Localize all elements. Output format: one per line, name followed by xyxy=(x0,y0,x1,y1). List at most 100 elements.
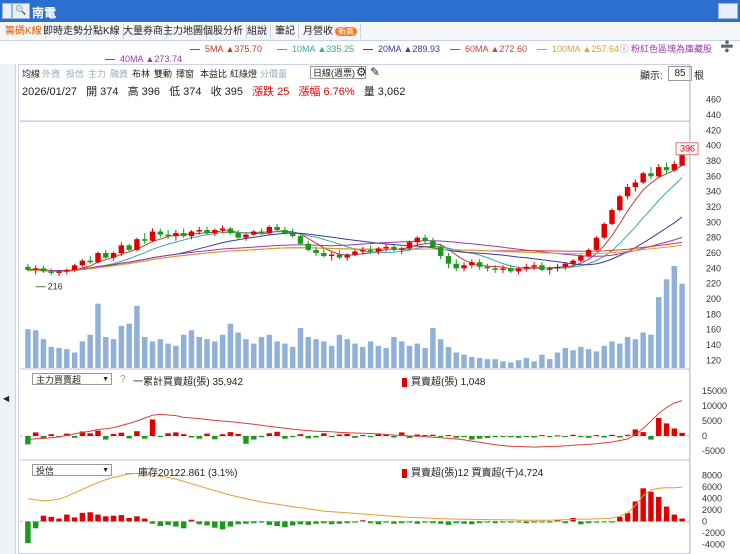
candle-body xyxy=(110,253,117,258)
net-bar xyxy=(578,521,584,525)
volume-bar xyxy=(578,346,584,368)
volume-bar xyxy=(212,341,218,368)
candle-body xyxy=(188,231,195,237)
candle-body xyxy=(328,254,335,257)
net-bar xyxy=(32,432,39,436)
y-tick-label: 15000 xyxy=(702,386,727,396)
net-bar xyxy=(383,521,389,523)
net-bar xyxy=(126,518,132,522)
volume-bar xyxy=(95,303,101,368)
net-bar xyxy=(399,521,405,524)
net-bar xyxy=(336,434,343,436)
red-bar-swatch xyxy=(402,468,407,478)
net-bar xyxy=(173,432,179,436)
y-tick-label: -2000 xyxy=(702,528,725,538)
net-bar xyxy=(562,436,569,437)
candle-body xyxy=(40,268,47,272)
net-bar xyxy=(546,436,553,438)
candle-body xyxy=(539,265,545,270)
volume-bar xyxy=(601,345,607,368)
candle-body xyxy=(141,239,148,241)
indicator-select-trust[interactable]: 投信 ▼ xyxy=(32,464,112,476)
y-tick-label: 340 xyxy=(706,187,721,197)
net-bar xyxy=(632,501,639,522)
indicator-select-main-label: 主力買賣超 xyxy=(36,375,82,385)
net-bar xyxy=(40,515,47,522)
net-bar xyxy=(196,436,202,439)
net-bar xyxy=(344,521,350,524)
net-bar xyxy=(227,521,234,527)
candle-body xyxy=(430,240,436,247)
volume-bar xyxy=(367,341,374,368)
candle-body xyxy=(391,246,397,250)
volume-bar xyxy=(437,339,444,368)
candle-body xyxy=(64,269,70,272)
candle-body xyxy=(173,233,179,237)
net-bar xyxy=(165,521,171,525)
panel2-legend-net: 買賣超(張) 1,048 xyxy=(402,373,485,388)
net-bar xyxy=(648,436,654,440)
candle-body xyxy=(399,248,405,250)
net-bar xyxy=(56,518,62,522)
candle-body xyxy=(274,226,280,230)
net-bar xyxy=(624,434,631,436)
net-bar xyxy=(461,521,467,524)
net-bar xyxy=(282,436,288,439)
volume-bar xyxy=(134,305,140,368)
volume-bar xyxy=(258,336,265,368)
candle-body xyxy=(617,196,623,211)
candle-body xyxy=(134,239,140,250)
y-tick-label: 4000 xyxy=(702,494,722,504)
help-icon[interactable]: ? xyxy=(120,374,126,385)
volume-bar xyxy=(554,352,561,368)
net-bar xyxy=(321,521,327,524)
net-bar xyxy=(79,512,86,522)
net-bar xyxy=(32,521,39,529)
net-bar xyxy=(476,521,483,524)
y-tick-label: 120 xyxy=(706,355,721,365)
net-bar xyxy=(157,436,164,437)
net-bar xyxy=(149,419,156,436)
net-bar xyxy=(539,435,545,437)
net-bar xyxy=(227,432,234,436)
volume-bar xyxy=(266,334,273,368)
y-tick-label: -5000 xyxy=(702,446,725,456)
net-bar xyxy=(609,521,615,523)
volume-bar xyxy=(663,279,670,368)
net-bar xyxy=(406,521,413,523)
volume-bar xyxy=(399,341,405,368)
net-bar xyxy=(531,521,537,523)
net-bar xyxy=(663,423,670,436)
candle-body xyxy=(476,262,483,267)
candle-body xyxy=(95,253,101,263)
volume-bar xyxy=(188,330,195,368)
net-bar xyxy=(313,521,319,524)
net-bar xyxy=(617,516,623,522)
volume-bar xyxy=(336,334,343,368)
indicator-select-main[interactable]: 主力買賣超 ▼ xyxy=(32,373,112,385)
candle-body xyxy=(297,236,304,244)
net-bar xyxy=(554,435,561,437)
net-bar xyxy=(437,436,444,437)
candle-body xyxy=(360,249,366,252)
net-bar xyxy=(640,432,646,436)
volume-bar xyxy=(180,334,187,368)
y-tick-label: 460 xyxy=(706,95,721,105)
net-bar xyxy=(352,436,358,438)
candle-body xyxy=(640,173,646,183)
panel2-legend-net-text: 買賣超(張) 1,048 xyxy=(411,377,486,388)
net-bar xyxy=(126,436,132,439)
net-bar xyxy=(204,433,210,436)
candle-body xyxy=(500,268,506,270)
candle-body xyxy=(212,230,218,234)
candle-body xyxy=(461,265,467,269)
net-bar xyxy=(500,521,506,523)
candle-body xyxy=(235,233,241,238)
net-bar xyxy=(453,521,459,524)
net-bar xyxy=(523,521,530,524)
net-bar xyxy=(134,431,140,436)
candle-body xyxy=(585,249,592,257)
candle-body xyxy=(531,265,537,267)
volume-bar xyxy=(539,354,545,368)
net-bar xyxy=(609,434,615,436)
